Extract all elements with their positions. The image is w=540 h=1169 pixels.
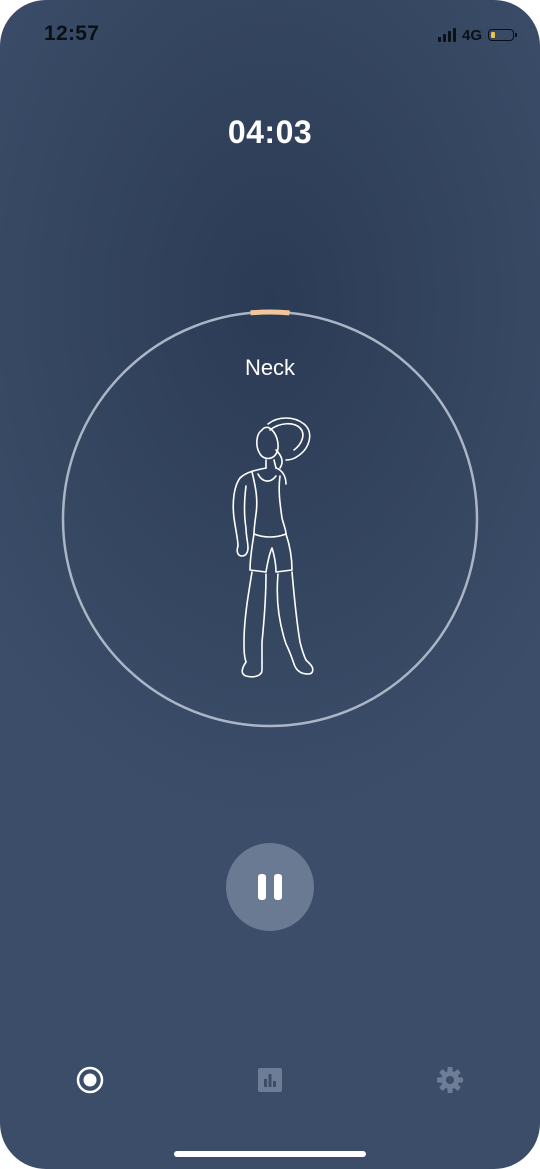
network-type: 4G xyxy=(461,26,482,44)
neck-stretch-figure xyxy=(232,417,314,678)
tab-bar xyxy=(0,1050,540,1110)
battery-icon xyxy=(488,29,517,41)
phone-screen: 12:57 4G 04:03 Neck xyxy=(0,0,540,1169)
stats-icon xyxy=(258,1068,282,1092)
pause-icon-bar-right xyxy=(274,874,282,900)
tab-stats[interactable] xyxy=(240,1050,300,1110)
ring-progress-arc xyxy=(250,309,290,316)
home-indicator[interactable] xyxy=(174,1151,366,1157)
record-icon xyxy=(76,1066,104,1094)
session-timer: 04:03 xyxy=(227,114,313,150)
status-indicators: 4G xyxy=(437,26,517,44)
tab-settings[interactable] xyxy=(420,1050,480,1110)
tab-session[interactable] xyxy=(60,1050,120,1110)
exercise-name: Neck xyxy=(244,355,296,380)
gear-icon xyxy=(437,1067,463,1093)
status-bar: 12:57 4G xyxy=(0,0,540,70)
battery-level xyxy=(491,32,495,38)
pause-button[interactable] xyxy=(226,843,314,931)
status-time: 12:57 xyxy=(44,22,100,45)
signal-icon xyxy=(437,28,456,42)
pause-icon-bar-left xyxy=(258,874,266,900)
